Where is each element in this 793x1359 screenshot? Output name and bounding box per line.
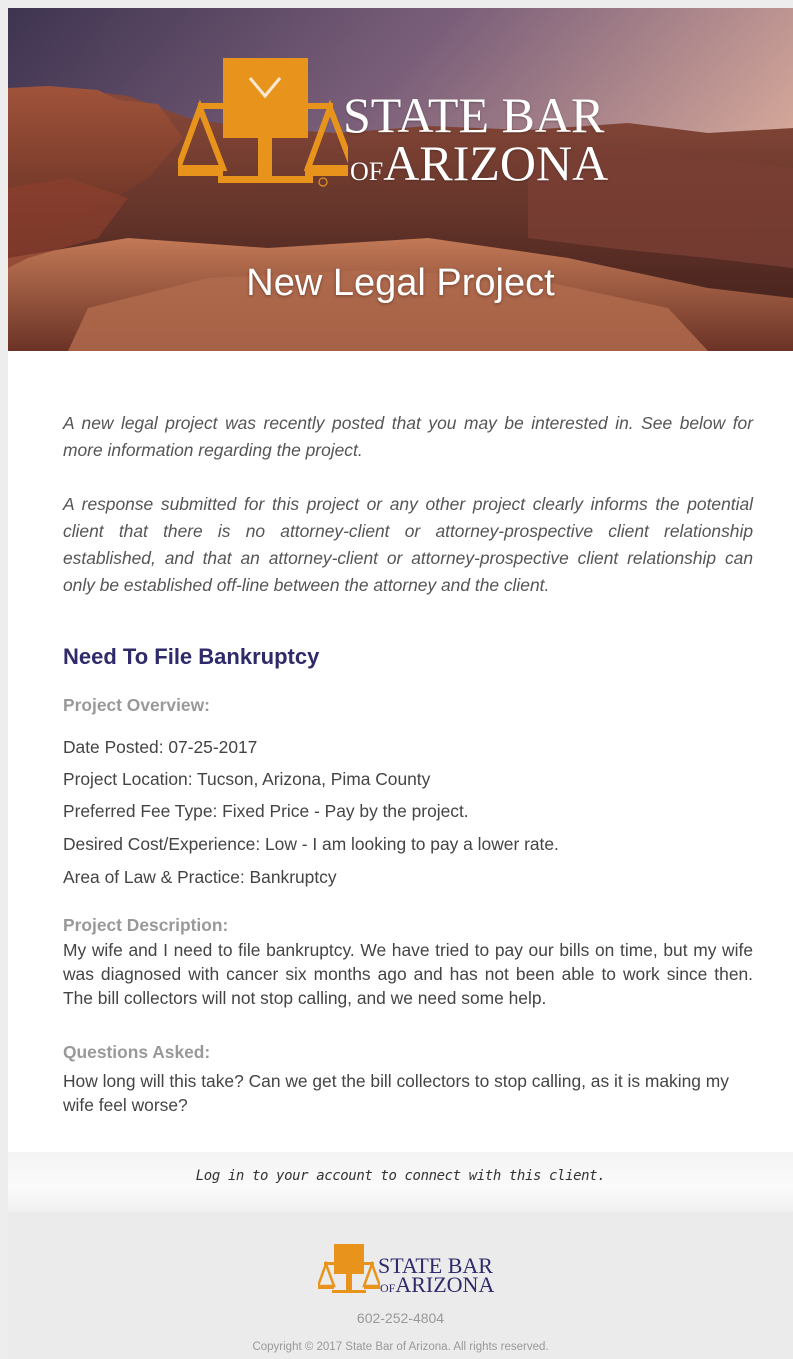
footer-copyright: Copyright © 2017 State Bar of Arizona. A… bbox=[252, 1341, 549, 1353]
intro-text: A new legal project was recently posted … bbox=[63, 410, 753, 626]
login-cta-link[interactable]: Log in to your account to connect with t… bbox=[8, 1168, 793, 1184]
scales-of-justice-icon bbox=[318, 1244, 380, 1293]
footer: STATE BAR OFARIZONA 602-252-4804 Copyrig… bbox=[8, 1212, 793, 1359]
state-bar-logo: STATE BAR OFARIZONA bbox=[178, 58, 648, 193]
overview-desired-cost: Desired Cost/Experience: Low - I am look… bbox=[63, 834, 559, 854]
scales-of-justice-icon bbox=[178, 58, 348, 187]
overview-date-posted: Date Posted: 07-25-2017 bbox=[63, 737, 258, 757]
footer-logo: STATE BAR OFARIZONA bbox=[318, 1244, 508, 1302]
email-page: STATE BAR OFARIZONA New Legal Project A … bbox=[8, 8, 793, 1359]
login-cta-strip: Log in to your account to connect with t… bbox=[8, 1152, 793, 1212]
header-banner: STATE BAR OFARIZONA New Legal Project bbox=[8, 8, 793, 351]
project-description: My wife and I need to file bankruptcy. W… bbox=[63, 940, 753, 1008]
logo-text-state-bar: STATE BAR bbox=[343, 87, 605, 143]
logo-text-arizona: OFARIZONA bbox=[350, 135, 609, 191]
footer-phone[interactable]: 602-252-4804 bbox=[8, 1310, 793, 1326]
questions-asked: How long will this take? Can we get the … bbox=[63, 1071, 729, 1115]
project-overview-label: Project Overview: bbox=[63, 695, 210, 715]
footer-logo-text-arizona: OFARIZONA bbox=[380, 1272, 495, 1297]
overview-fee-type: Preferred Fee Type: Fixed Price - Pay by… bbox=[63, 801, 469, 821]
intro-paragraph: A new legal project was recently posted … bbox=[63, 413, 753, 460]
project-title: Need To File Bankruptcy bbox=[63, 644, 320, 669]
page-title: New Legal Project bbox=[246, 262, 555, 304]
questions-asked-label: Questions Asked: bbox=[63, 1042, 211, 1062]
project-description-label: Project Description: bbox=[63, 915, 229, 935]
overview-location: Project Location: Tucson, Arizona, Pima … bbox=[63, 769, 431, 789]
disclaimer-paragraph: A response submitted for this project or… bbox=[63, 494, 753, 595]
overview-area-of-law: Area of Law & Practice: Bankruptcy bbox=[63, 867, 337, 887]
